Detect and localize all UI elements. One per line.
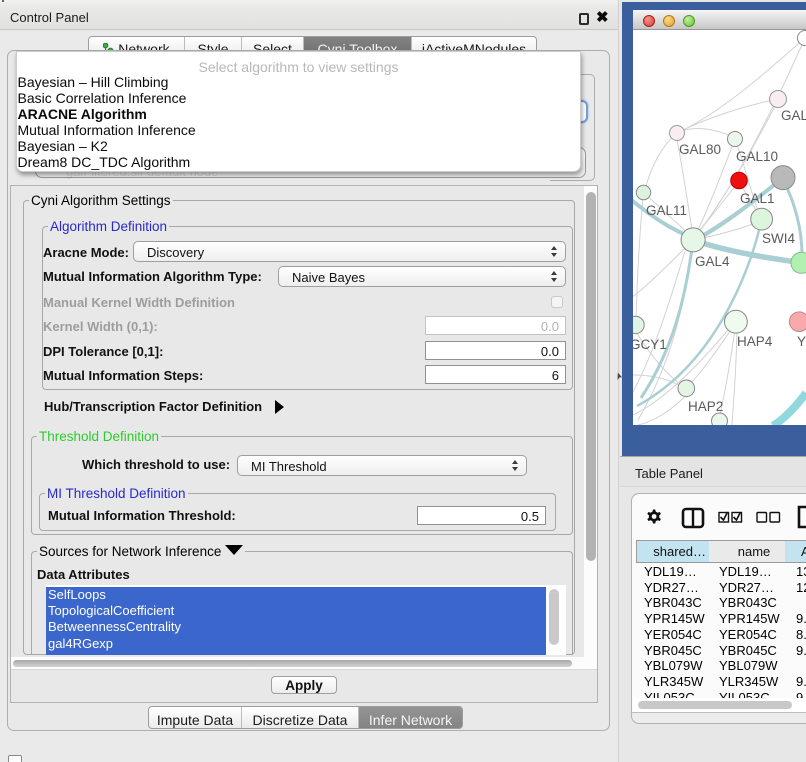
svg-text:SWI4: SWI4 — [762, 231, 795, 246]
svg-text:GAL10: GAL10 — [736, 149, 778, 164]
svg-text:GAL80: GAL80 — [679, 142, 721, 157]
svg-text:GAL2: GAL2 — [781, 108, 806, 123]
svg-text:GAL11: GAL11 — [646, 203, 687, 218]
svg-text:HAP2: HAP2 — [688, 399, 723, 414]
svg-text:GAL1: GAL1 — [740, 191, 775, 206]
svg-text:Y: Y — [797, 334, 806, 349]
svg-text:HAP4: HAP4 — [737, 334, 773, 349]
svg-text:GCY1: GCY1 — [633, 337, 667, 352]
svg-text:GAL4: GAL4 — [695, 254, 730, 269]
